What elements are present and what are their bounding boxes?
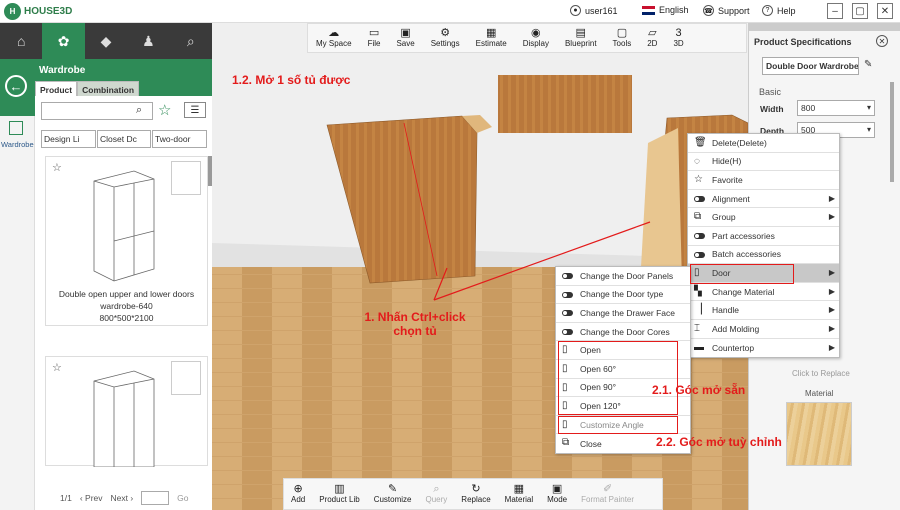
annotation-preset-angle: 2.1. Góc mở sẵn [652,383,746,397]
annotation-custom-angle: 2.2. Góc mở tuỳ chỉnh [656,435,782,449]
annotation-ctrl-line1: 1. Nhấn Ctrl+click [364,310,466,324]
annotation-ctrl-line2: chọn tủ [393,324,437,338]
annotation-arrows [433,221,651,301]
annotation-ctrl-click: 1. Nhấn Ctrl+click chọn tủ [355,310,475,338]
annotation-arrow-line [433,221,651,301]
annotation-arrow-line [433,267,448,301]
annotation-step-open: 1.2. Mở 1 số tủ được [232,73,351,87]
